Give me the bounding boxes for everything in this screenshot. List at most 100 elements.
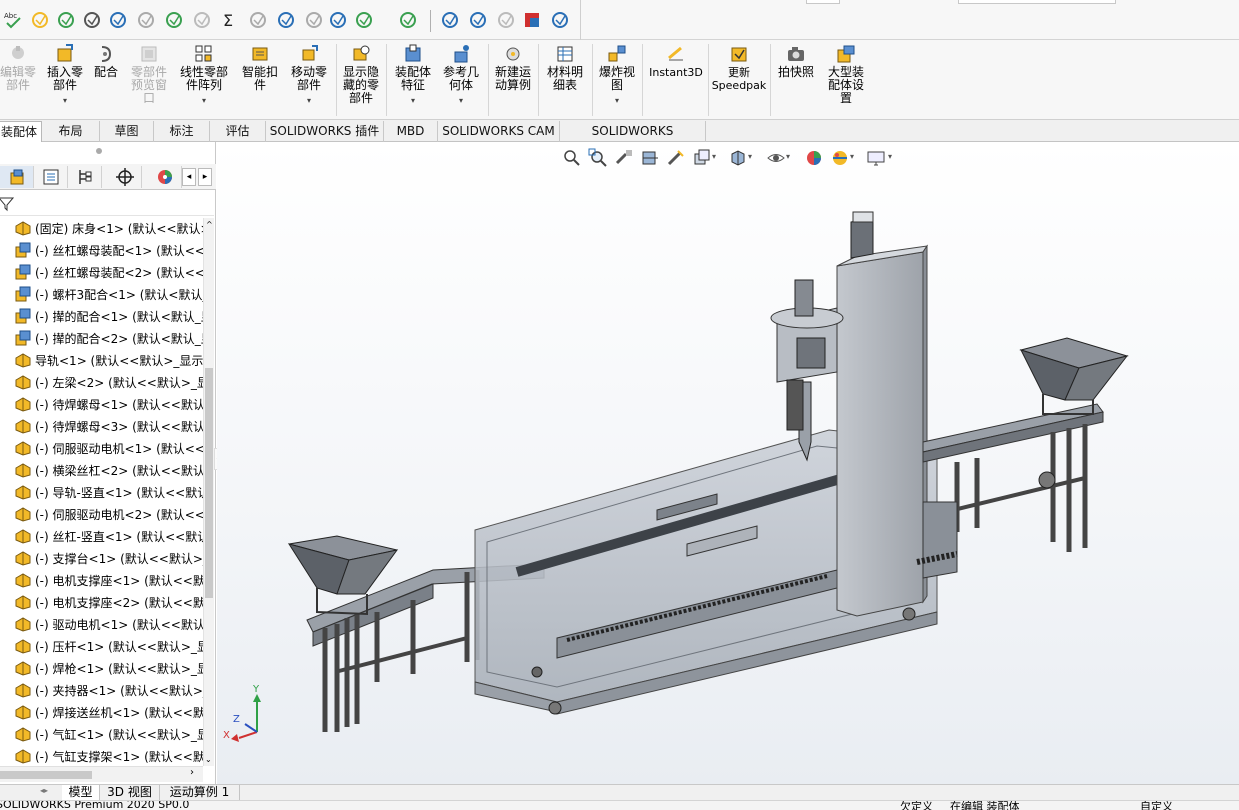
- tree-node[interactable]: (-) 驱动电机<1> (默认<<默认: [0, 614, 203, 636]
- tab-layout[interactable]: 布局: [42, 121, 100, 142]
- tab-configuration-manager[interactable]: [68, 166, 102, 188]
- scroll-right-icon[interactable]: ›: [190, 767, 194, 778]
- tree-node[interactable]: (-) 电机支撑座<2> (默认<<默: [0, 592, 203, 614]
- mass-properties-icon[interactable]: [56, 10, 76, 30]
- exploded-view-button[interactable]: 爆炸视 图 ▾: [594, 44, 640, 107]
- mate-button[interactable]: 配合: [90, 44, 122, 79]
- show-hidden-components-button[interactable]: 显示隐 藏的零 部件: [338, 44, 384, 105]
- rebuild-icon[interactable]: [398, 10, 418, 30]
- tree-horizontal-scrollbar[interactable]: ›: [0, 766, 203, 782]
- new-motion-study-button[interactable]: 新建运 动算例: [490, 44, 536, 92]
- tab-feature-manager[interactable]: [0, 166, 34, 188]
- tree-node[interactable]: (-) 待焊螺母<3> (默认<<默认: [0, 416, 203, 438]
- spell-check-icon[interactable]: Abc: [4, 10, 24, 30]
- tree-node[interactable]: (-) 伺服驱动电机<2> (默认<<: [0, 504, 203, 526]
- red-stop-icon[interactable]: [522, 10, 542, 30]
- tree-node[interactable]: (-) 丝杠螺母装配<2> (默认<<默: [0, 262, 203, 284]
- filter-icon[interactable]: [0, 196, 14, 212]
- tree-vertical-scrollbar[interactable]: ^ ⌄: [203, 218, 214, 766]
- tree-node[interactable]: (-) 丝杠-竖直<1> (默认<<默认: [0, 526, 203, 548]
- tree-node[interactable]: (-) 气缸<1> (默认<<默认>_显: [0, 724, 203, 746]
- measure-icon[interactable]: [108, 10, 128, 30]
- panel-grip-icon[interactable]: [96, 148, 102, 154]
- linear-pattern-button[interactable]: 线性零部 件阵列 ▾: [176, 44, 232, 107]
- sum-icon[interactable]: Σ: [220, 10, 240, 30]
- clearance-icon[interactable]: [164, 10, 184, 30]
- settings-wheel-icon[interactable]: [550, 10, 570, 30]
- tree-node[interactable]: (-) 压杆<1> (默认<<默认>_显: [0, 636, 203, 658]
- hidden-icon[interactable]: [248, 10, 268, 30]
- scroll-thumb[interactable]: [205, 368, 213, 598]
- tab-sketch[interactable]: 草图: [100, 121, 154, 142]
- tree-node[interactable]: (-) 撵的配合<1> (默认<默认_显: [0, 306, 203, 328]
- smart-fastener-button[interactable]: 智能扣 件: [238, 44, 282, 92]
- bottom-tabs-nav[interactable]: ◂▸: [0, 786, 62, 800]
- top-search-box[interactable]: [958, 0, 1116, 4]
- tab-display-manager[interactable]: [148, 166, 182, 188]
- explode-line-icon[interactable]: [304, 10, 324, 30]
- scroll-up-icon[interactable]: ^: [206, 220, 213, 229]
- preview-window-button[interactable]: 零部件 预览窗 口: [126, 44, 172, 105]
- tab-model[interactable]: 模型: [62, 785, 100, 801]
- move-component-button[interactable]: 移动零 部件 ▾: [286, 44, 332, 107]
- tree-node[interactable]: (-) 焊接送丝机<1> (默认<<默: [0, 702, 203, 724]
- check-icon[interactable]: [82, 10, 102, 30]
- tree-node[interactable]: (-) 撵的配合<2> (默认<默认_显: [0, 328, 203, 350]
- tree-node[interactable]: (-) 气缸支撑架<1> (默认<<默: [0, 746, 203, 766]
- tab-property-manager[interactable]: [34, 166, 68, 188]
- tree-node[interactable]: (-) 左梁<2> (默认<<默认>_显: [0, 372, 203, 394]
- reference-geometry-button[interactable]: 参考几 何体 ▾: [438, 44, 484, 107]
- smart-dimension-icon[interactable]: [30, 10, 50, 30]
- bill-of-materials-button[interactable]: 材料明 细表: [542, 44, 588, 92]
- chevron-down-icon[interactable]: ▾: [438, 94, 484, 107]
- panel-tabs-prev-button[interactable]: ◂: [182, 168, 196, 186]
- tree-node[interactable]: (-) 电机支撑座<1> (默认<<默: [0, 570, 203, 592]
- selection-filter-icon[interactable]: [354, 10, 374, 30]
- scroll-thumb[interactable]: [0, 771, 92, 779]
- balance-icon[interactable]: [468, 10, 488, 30]
- chevron-down-icon[interactable]: ▾: [594, 94, 640, 107]
- tab-mbd[interactable]: MBD: [384, 121, 438, 142]
- hole-alignment-icon[interactable]: [192, 10, 212, 30]
- tab-assembly[interactable]: 装配体: [0, 121, 42, 142]
- tree-node[interactable]: (-) 夹持器<1> (默认<<默认>_: [0, 680, 203, 702]
- panel-tabs-next-button[interactable]: ▸: [198, 168, 212, 186]
- tree-node[interactable]: (-) 待焊螺母<1> (默认<<默认: [0, 394, 203, 416]
- tree-node[interactable]: (-) 伺服驱动电机<1> (默认<<: [0, 438, 203, 460]
- tree-node[interactable]: (-) 支撑台<1> (默认<<默认>_: [0, 548, 203, 570]
- tree-node[interactable]: (-) 丝杠螺母装配<1> (默认<<默: [0, 240, 203, 262]
- tree-node[interactable]: (-) 螺杆3配合<1> (默认<默认_: [0, 284, 203, 306]
- tree-node[interactable]: 导轨<1> (默认<<默认>_显示状: [0, 350, 203, 372]
- tab-evaluate[interactable]: 评估: [210, 121, 266, 142]
- tree-node[interactable]: (-) 导轨-竖直<1> (默认<<默认: [0, 482, 203, 504]
- copy-icon[interactable]: [440, 10, 460, 30]
- tab-3d-views[interactable]: 3D 视图: [100, 785, 160, 801]
- chevron-down-icon[interactable]: ▾: [42, 94, 88, 107]
- chevron-down-icon[interactable]: ▾: [390, 94, 436, 107]
- tab-markup[interactable]: 标注: [154, 121, 210, 142]
- check-mark-icon[interactable]: [496, 10, 516, 30]
- edit-component-button[interactable]: 编辑零 部件: [0, 44, 40, 92]
- interference-icon[interactable]: [136, 10, 156, 30]
- take-snapshot-button[interactable]: 拍快照: [774, 44, 818, 79]
- clipboard-icon[interactable]: [328, 10, 348, 30]
- assembly-model[interactable]: Y X Z: [217, 142, 1239, 784]
- update-speedpak-button[interactable]: 更新 Speedpak: [710, 44, 768, 92]
- graphics-area[interactable]: ▾ ▾ ▾ ▾ ▾ Y X Z: [217, 142, 1239, 784]
- large-assembly-settings-button[interactable]: 大型装 配体设 置: [822, 44, 870, 105]
- tree-node[interactable]: (-) 横梁丝杠<2> (默认<<默认: [0, 460, 203, 482]
- tab-inspection[interactable]: SOLIDWORKS Inspection: [560, 121, 706, 158]
- tree-node[interactable]: (固定) 床身<1> (默认<<默认>: [0, 218, 203, 240]
- chevron-down-icon[interactable]: ▾: [286, 94, 332, 107]
- tab-dimxpert[interactable]: [108, 166, 142, 188]
- mirror-icon[interactable]: [276, 10, 296, 30]
- tree-node[interactable]: (-) 焊枪<1> (默认<<默认>_显: [0, 658, 203, 680]
- instant3d-button[interactable]: Instant3D: [646, 44, 706, 79]
- chevron-down-icon[interactable]: ▾: [176, 94, 232, 107]
- tab-motion-study[interactable]: 运动算例 1: [160, 785, 240, 801]
- scroll-down-icon[interactable]: ⌄: [205, 755, 212, 764]
- insert-component-button[interactable]: 插入零 部件 ▾: [42, 44, 88, 107]
- status-units[interactable]: 自定义: [1140, 801, 1173, 810]
- assembly-feature-button[interactable]: 装配体 特征 ▾: [390, 44, 436, 107]
- tab-cam[interactable]: SOLIDWORKS CAM: [438, 121, 560, 142]
